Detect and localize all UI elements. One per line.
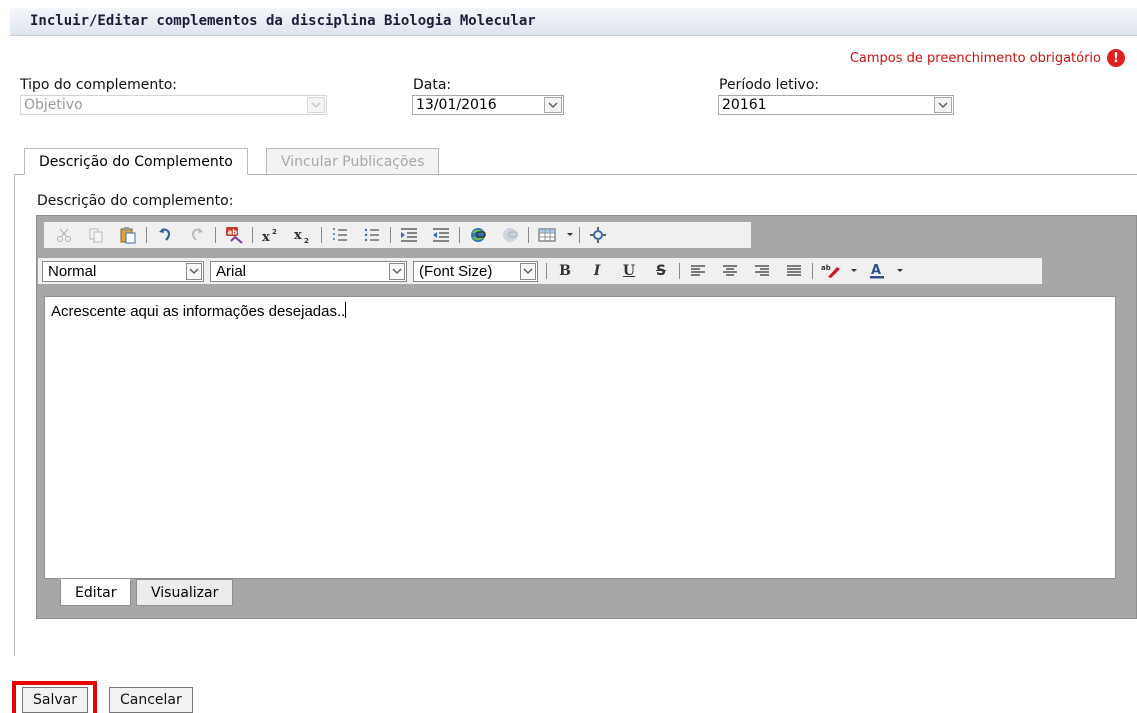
- spellcheck-icon[interactable]: ab: [222, 224, 246, 246]
- format-value: Normal: [48, 262, 97, 280]
- subscript-icon[interactable]: x2: [291, 224, 315, 246]
- redo-icon[interactable]: [185, 224, 209, 246]
- font-size-value: (Font Size): [419, 262, 493, 280]
- superscript-icon[interactable]: x2: [259, 224, 283, 246]
- tab-editar[interactable]: Editar: [60, 579, 132, 606]
- editor-content-area[interactable]: Acrescente aqui as informações desejadas…: [44, 296, 1116, 579]
- save-button[interactable]: Salvar: [22, 687, 88, 713]
- tab-descricao[interactable]: Descrição do Complemento: [24, 148, 248, 175]
- periodo-value: 20161: [722, 97, 767, 113]
- chevron-down-icon: [544, 97, 562, 113]
- toolbar-separator: [215, 227, 216, 243]
- font-size-select[interactable]: (Font Size): [413, 260, 538, 282]
- chevron-down-icon: [520, 262, 536, 280]
- font-select[interactable]: Arial: [210, 260, 407, 282]
- bold-icon[interactable]: B: [553, 260, 577, 282]
- editor-content-text: Acrescente aqui as informações desejadas…: [51, 303, 346, 320]
- required-note-text: Campos de preenchimento obrigatório: [849, 50, 1101, 66]
- cancel-button[interactable]: Cancelar: [109, 687, 193, 713]
- save-button-label: Salvar: [33, 692, 77, 708]
- tab-descricao-label: Descrição do Complemento: [39, 154, 233, 170]
- table-icon[interactable]: [535, 224, 559, 246]
- tab-vincular-label: Vincular Publicações: [281, 154, 425, 170]
- strikethrough-icon[interactable]: S: [649, 260, 673, 282]
- outdent-icon[interactable]: [429, 224, 453, 246]
- cancel-button-label: Cancelar: [120, 692, 182, 708]
- italic-icon[interactable]: I: [585, 260, 609, 282]
- indent-icon[interactable]: [397, 224, 421, 246]
- chevron-down-icon[interactable]: [895, 260, 905, 282]
- periodo-label: Período letivo:: [719, 77, 820, 93]
- toolbar-separator: [321, 227, 322, 243]
- tab-vincular-publicacoes[interactable]: Vincular Publicações: [266, 148, 440, 175]
- toolbar-separator: [459, 227, 460, 243]
- unlink-icon[interactable]: [498, 224, 522, 246]
- cut-icon[interactable]: [52, 224, 76, 246]
- tipo-label: Tipo do complemento:: [20, 77, 178, 93]
- svg-text:ab: ab: [821, 264, 831, 272]
- align-center-icon[interactable]: [718, 260, 742, 282]
- required-fields-note: Campos de preenchimento obrigatório !: [850, 48, 1125, 68]
- data-value: 13/01/2016: [416, 97, 497, 113]
- align-right-icon[interactable]: [750, 260, 774, 282]
- align-left-icon[interactable]: [686, 260, 710, 282]
- justify-icon[interactable]: [782, 260, 806, 282]
- tipo-value: Objetivo: [24, 97, 83, 113]
- svg-text:x: x: [294, 228, 302, 243]
- undo-icon[interactable]: [153, 224, 177, 246]
- text-caret: [345, 302, 347, 318]
- data-label: Data:: [413, 77, 452, 93]
- chevron-down-icon[interactable]: [849, 260, 859, 282]
- toolbar-separator: [546, 263, 547, 279]
- chevron-down-icon: [307, 97, 325, 113]
- svg-text:ab: ab: [228, 229, 238, 237]
- font-value: Arial: [216, 262, 247, 280]
- chevron-down-icon: [186, 262, 202, 280]
- unordered-list-icon[interactable]: [360, 224, 384, 246]
- chevron-down-icon: [934, 97, 952, 113]
- dialog-title: Incluir/Editar complementos da disciplin…: [30, 13, 536, 29]
- chevron-down-icon[interactable]: [565, 224, 575, 246]
- editor-toolbar-row-1: ab x2 x2: [44, 222, 751, 248]
- highlight-icon[interactable]: ab: [819, 260, 843, 282]
- tab-visualizar-label: Visualizar: [151, 585, 219, 601]
- editor-toolbar-row-2: Normal Arial (Font Size) B I U S ab A: [38, 258, 1042, 284]
- chevron-down-icon: [389, 262, 405, 280]
- editor-label: Descrição do complemento:: [37, 193, 234, 209]
- toolbar-separator: [252, 227, 253, 243]
- tab-editar-label: Editar: [75, 585, 117, 601]
- svg-text:2: 2: [272, 228, 277, 236]
- copy-icon[interactable]: [84, 224, 108, 246]
- data-select[interactable]: 13/01/2016: [412, 95, 564, 115]
- svg-text:2: 2: [304, 237, 309, 243]
- svg-text:x: x: [262, 230, 270, 243]
- toolbar-separator: [390, 227, 391, 243]
- rich-text-editor: ab x2 x2 Normal Arial (Font Size) B I U …: [36, 215, 1137, 619]
- paste-icon[interactable]: [116, 224, 140, 246]
- ordered-list-icon[interactable]: [328, 224, 352, 246]
- toolbar-separator: [146, 227, 147, 243]
- tipo-select[interactable]: Objetivo: [20, 95, 327, 115]
- format-select[interactable]: Normal: [42, 260, 204, 282]
- link-icon[interactable]: [466, 224, 490, 246]
- fullscreen-icon[interactable]: [586, 224, 610, 246]
- dialog-title-bar: Incluir/Editar complementos da disciplin…: [10, 8, 1137, 36]
- toolbar-separator: [528, 227, 529, 243]
- toolbar-separator: [812, 263, 813, 279]
- exclamation-icon: !: [1107, 49, 1125, 67]
- svg-text:A: A: [871, 263, 881, 278]
- toolbar-separator: [579, 227, 580, 243]
- periodo-select[interactable]: 20161: [718, 95, 954, 115]
- toolbar-separator: [679, 263, 680, 279]
- text-color-icon[interactable]: A: [865, 260, 889, 282]
- underline-icon[interactable]: U: [617, 260, 641, 282]
- tab-visualizar[interactable]: Visualizar: [136, 579, 234, 606]
